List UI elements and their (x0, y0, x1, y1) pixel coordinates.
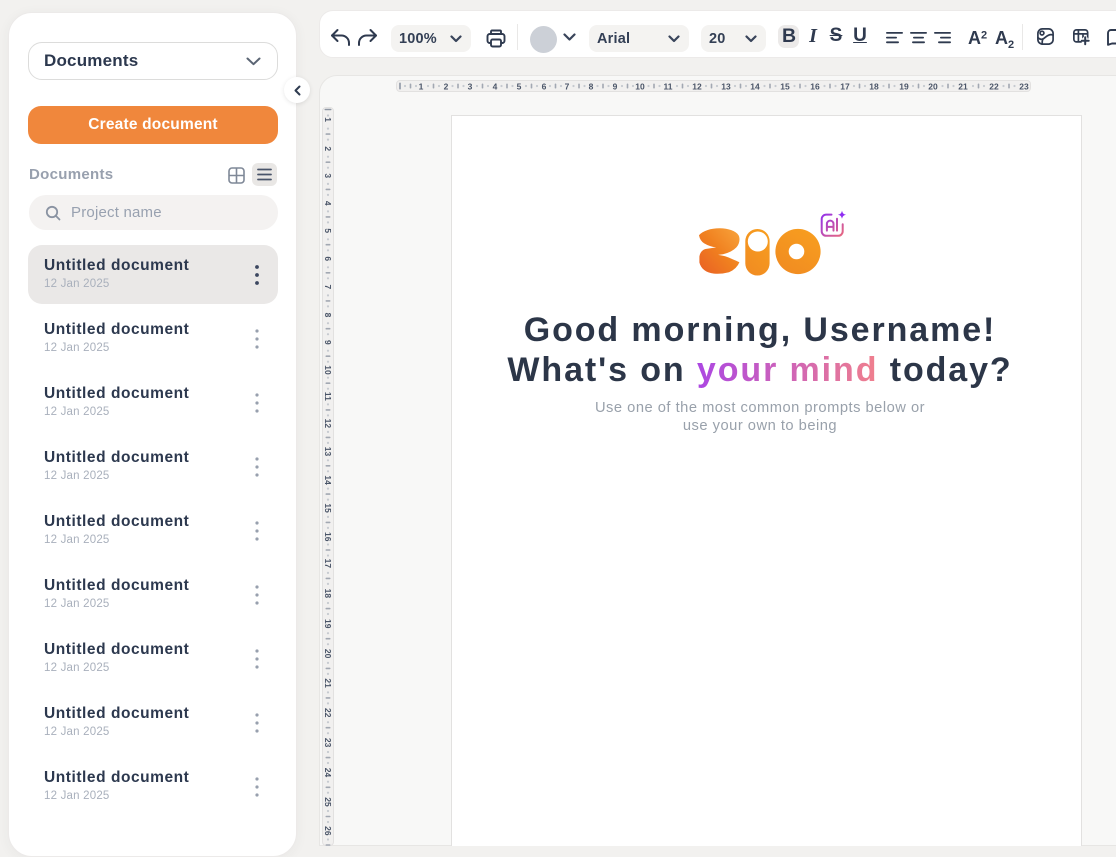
svg-text:7: 7 (323, 285, 333, 290)
svg-text:20: 20 (323, 649, 333, 659)
svg-text:26: 26 (323, 826, 333, 836)
svg-text:22: 22 (323, 708, 333, 718)
svg-text:15: 15 (780, 81, 790, 91)
svg-text:21: 21 (323, 678, 333, 688)
svg-text:17: 17 (840, 81, 850, 91)
svg-text:9: 9 (323, 340, 333, 345)
svg-text:10: 10 (635, 81, 645, 91)
svg-text:6: 6 (542, 81, 547, 91)
svg-text:3: 3 (323, 173, 333, 178)
svg-text:14: 14 (323, 475, 333, 485)
svg-text:10: 10 (323, 365, 333, 375)
svg-text:4: 4 (323, 201, 333, 206)
svg-text:2: 2 (444, 81, 449, 91)
svg-text:17: 17 (323, 559, 333, 569)
svg-text:11: 11 (323, 392, 333, 401)
svg-text:23: 23 (323, 738, 333, 748)
svg-text:18: 18 (323, 589, 333, 599)
svg-text:7: 7 (565, 81, 570, 91)
svg-text:9: 9 (613, 81, 618, 91)
svg-text:16: 16 (810, 81, 820, 91)
svg-text:19: 19 (323, 619, 333, 629)
svg-text:1: 1 (419, 81, 424, 91)
svg-text:12: 12 (692, 81, 702, 91)
svg-text:18: 18 (869, 81, 879, 91)
svg-text:22: 22 (989, 81, 999, 91)
svg-text:24: 24 (323, 768, 333, 778)
svg-text:11: 11 (664, 81, 673, 91)
svg-text:20: 20 (928, 81, 938, 91)
svg-text:4: 4 (493, 81, 498, 91)
svg-text:13: 13 (721, 81, 731, 91)
svg-text:25: 25 (323, 797, 333, 807)
svg-text:1: 1 (323, 117, 333, 122)
svg-text:19: 19 (899, 81, 909, 91)
svg-text:8: 8 (323, 313, 333, 318)
svg-text:15: 15 (323, 503, 333, 513)
svg-text:5: 5 (323, 228, 333, 233)
svg-text:13: 13 (323, 447, 333, 457)
svg-text:8: 8 (589, 81, 594, 91)
svg-text:23: 23 (1019, 81, 1029, 91)
svg-text:12: 12 (323, 419, 333, 429)
svg-text:3: 3 (468, 81, 473, 91)
svg-text:6: 6 (323, 256, 333, 261)
svg-text:5: 5 (517, 81, 522, 91)
svg-text:21: 21 (958, 81, 968, 91)
svg-text:2: 2 (323, 146, 333, 151)
svg-text:14: 14 (750, 81, 760, 91)
svg-text:16: 16 (323, 532, 333, 542)
